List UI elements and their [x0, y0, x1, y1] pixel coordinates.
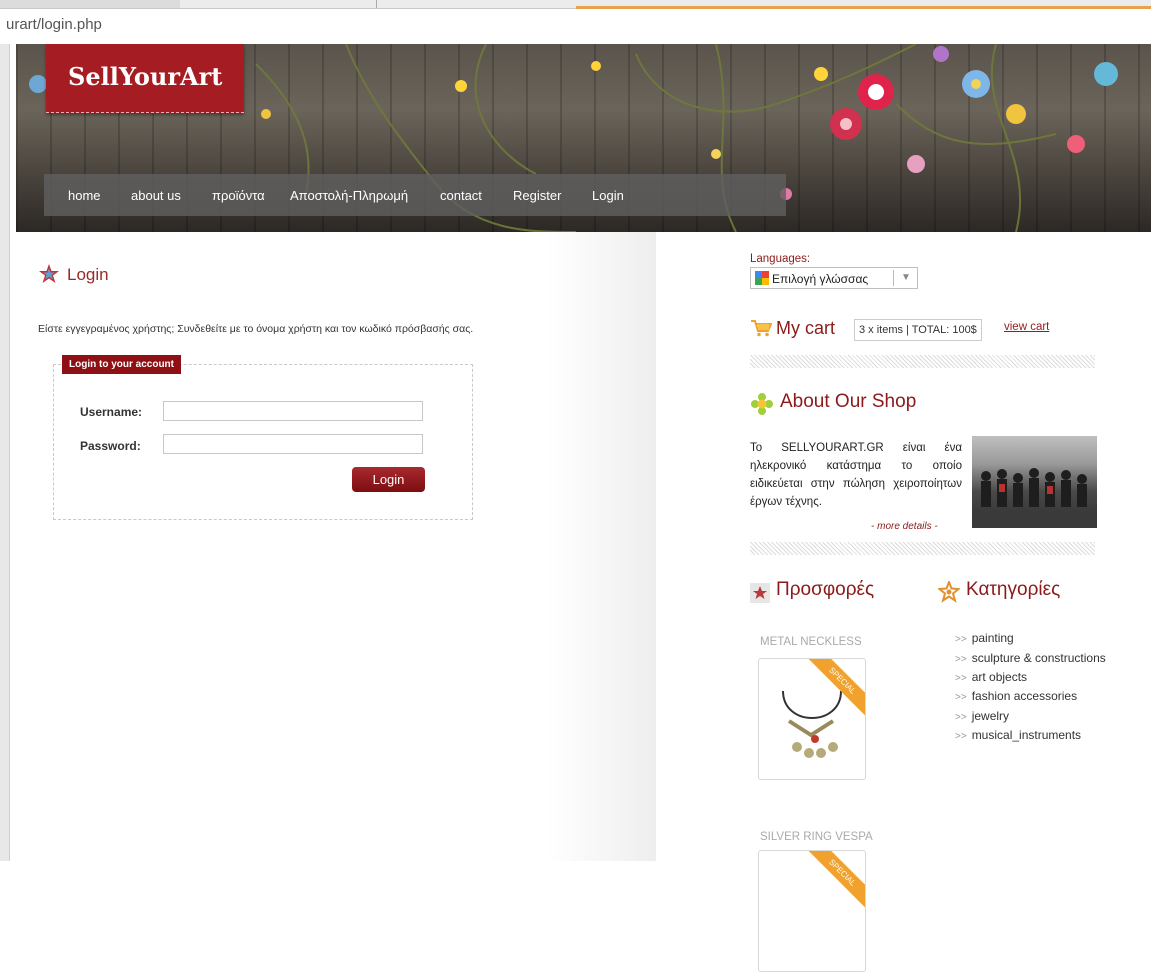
nav-contact[interactable]: contact: [440, 188, 482, 203]
category-fashion-accessories[interactable]: >> fashion accessories: [955, 689, 1077, 703]
section-divider: [750, 355, 1095, 368]
category-label: painting: [971, 631, 1014, 645]
language-select-value: Επιλογή γλώσσας: [772, 272, 869, 286]
category-art-objects[interactable]: >> art objects: [955, 670, 1027, 684]
address-bar[interactable]: urart/login.php: [6, 16, 102, 33]
login-form-legend: Login to your account: [62, 355, 181, 374]
chevron-right-icon: >>: [955, 634, 967, 645]
product-name[interactable]: SILVER RING VESPA: [760, 831, 873, 843]
product-card[interactable]: SPECIAL: [758, 850, 866, 972]
browser-tab[interactable]: [0, 0, 180, 8]
cart-title: My cart: [776, 318, 836, 338]
product-card[interactable]: SPECIAL: [758, 658, 866, 780]
nav-shipping-payment[interactable]: Αποστολή-Πληρωμή: [290, 188, 408, 203]
chevron-down-icon: ▼: [901, 272, 911, 283]
login-intro-text: Είστε εγγεγραμένος χρήστης; Συνδεθείτε μ…: [38, 323, 474, 335]
category-painting[interactable]: >> painting: [955, 631, 1014, 645]
username-input[interactable]: [163, 401, 423, 421]
nav-home[interactable]: home: [68, 188, 101, 203]
category-label: fashion accessories: [971, 689, 1078, 703]
site-logo[interactable]: SellYourArt: [46, 44, 244, 113]
browser-tab-active[interactable]: [576, 0, 1151, 9]
category-label: art objects: [971, 670, 1028, 684]
browser-bar: urart/login.php: [0, 0, 1151, 44]
chevron-right-icon: >>: [955, 731, 967, 742]
select-divider: [893, 270, 894, 286]
offers-icon: [750, 583, 770, 603]
google-translate-icon: [755, 271, 769, 285]
categories-icon: [938, 581, 960, 603]
window-edge: [0, 44, 10, 861]
cart-icon: [751, 320, 772, 337]
about-text: Το SELLYOURART.GR είναι ένα ηλεκρονικό κ…: [750, 442, 962, 508]
languages-label: Languages:: [750, 253, 811, 265]
shop-photo: [972, 436, 1097, 528]
category-sculpture[interactable]: >> sculpture & constructions: [955, 651, 1106, 665]
category-label: jewelry: [971, 709, 1010, 723]
nav-register[interactable]: Register: [513, 188, 561, 203]
page-title: Login: [67, 265, 109, 284]
more-details-link[interactable]: - more details -: [871, 521, 938, 532]
login-button[interactable]: Login: [352, 467, 425, 492]
nav-login[interactable]: Login: [592, 188, 624, 203]
special-badge: SPECIAL: [804, 851, 865, 911]
logo-text: SellYourArt: [68, 62, 223, 91]
password-label: Password:: [80, 439, 141, 453]
view-cart-link[interactable]: view cart: [1004, 321, 1049, 333]
product-name[interactable]: METAL NECKLESS: [760, 636, 862, 648]
main-nav: home about us προϊόντα Αποστολή-Πληρωμή …: [44, 174, 786, 216]
username-label: Username:: [80, 405, 143, 419]
category-jewelry[interactable]: >> jewelry: [955, 709, 1009, 723]
site-header: SellYourArt home about us προϊόντα Αποστ…: [16, 44, 1151, 232]
browser-tab[interactable]: [376, 0, 577, 8]
chevron-right-icon: >>: [955, 712, 967, 723]
category-label: sculpture & constructions: [971, 651, 1106, 665]
nav-products[interactable]: προϊόντα: [212, 188, 265, 203]
shop-photo-figures: [972, 468, 1097, 528]
categories-title: Κατηγορίες: [966, 579, 1061, 600]
chevron-right-icon: >>: [955, 654, 967, 665]
flower-icon: [751, 393, 773, 415]
chevron-right-icon: >>: [955, 692, 967, 703]
language-select[interactable]: Επιλογή γλώσσας ▼: [750, 267, 918, 289]
offers-icon-graphic: [750, 583, 770, 603]
password-input[interactable]: [163, 434, 423, 454]
category-label: musical_instruments: [971, 728, 1082, 742]
offers-title: Προσφορές: [776, 579, 875, 600]
star-icon: [39, 264, 59, 283]
about-title: About Our Shop: [780, 391, 917, 412]
category-musical-instruments[interactable]: >> musical_instruments: [955, 728, 1081, 742]
tab-strip: [0, 0, 1151, 9]
section-divider: [750, 542, 1095, 555]
chevron-right-icon: >>: [955, 673, 967, 684]
cart-summary: 3 x items | TOTAL: 100$: [854, 319, 982, 341]
nav-about-us[interactable]: about us: [131, 188, 181, 203]
